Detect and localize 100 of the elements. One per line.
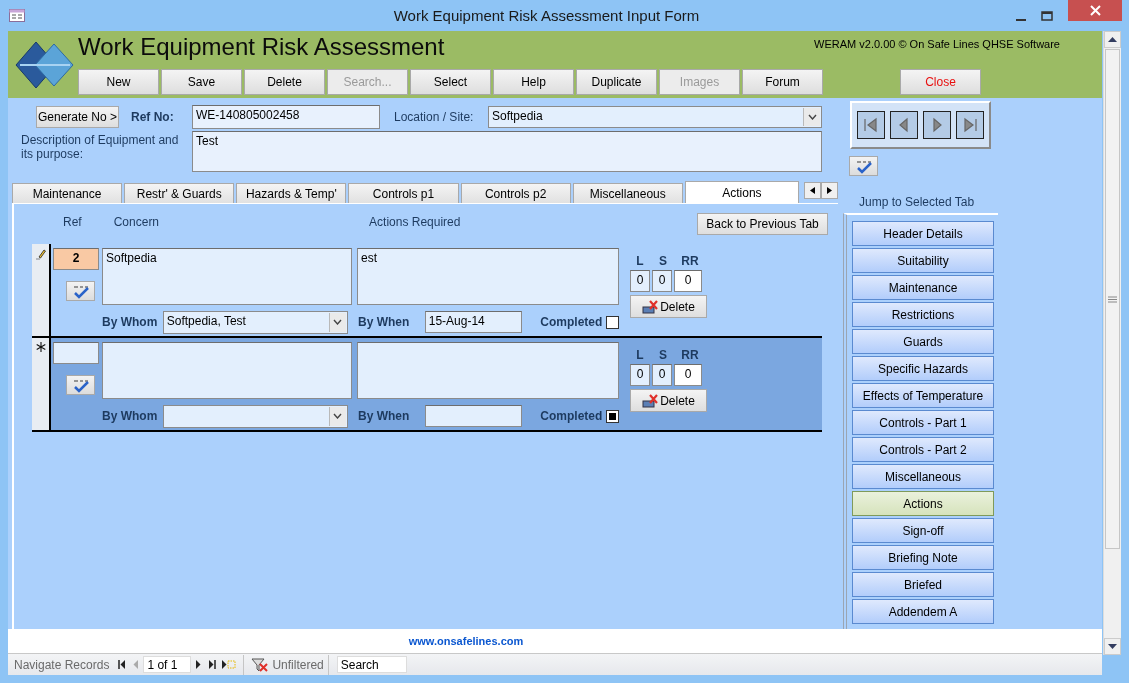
next-record-button[interactable] [194, 660, 203, 669]
by-whom-dropdown[interactable] [162, 404, 348, 428]
toolbar-button[interactable]: New [78, 69, 159, 95]
risk-rating-field[interactable]: 0 [674, 270, 702, 292]
column-header: Actions Required [369, 215, 461, 229]
severity-field[interactable]: 0 [652, 364, 672, 386]
tab[interactable]: Controls p1 [348, 183, 459, 203]
tab[interactable]: Controls p2 [460, 183, 571, 203]
jump-tab-button[interactable]: Suitability [852, 248, 994, 273]
jump-tab-button[interactable]: Restrictions [852, 302, 994, 327]
field-label: Ref No: [131, 110, 175, 124]
caret-icon [333, 319, 343, 325]
close-button[interactable] [1068, 0, 1122, 21]
actions-field[interactable]: est [357, 248, 619, 305]
delete-icon [642, 299, 660, 314]
field-label: Completed [540, 315, 604, 329]
tab[interactable]: Maintenance [12, 183, 123, 203]
actions-field[interactable] [357, 342, 619, 399]
new-record-button[interactable] [222, 660, 237, 669]
tab[interactable]: Miscellaneous [572, 183, 683, 203]
severity-field[interactable]: 0 [652, 270, 672, 292]
tab[interactable]: Restr' & Guards [124, 183, 235, 203]
generate-number-button[interactable]: Generate No > [36, 106, 119, 128]
jump-tab-button[interactable]: Sign-off [852, 518, 994, 543]
toolbar-button[interactable]: Help [493, 69, 574, 95]
record-selector[interactable] [32, 338, 51, 430]
filter-status[interactable]: Unfiltered [272, 657, 324, 672]
jump-tab-button[interactable]: Effects of Temperature [852, 383, 994, 408]
jump-tab-button[interactable]: Controls - Part 1 [852, 410, 994, 435]
concern-field[interactable]: Softpedia [102, 248, 352, 305]
search-field[interactable]: Search [336, 656, 407, 673]
record-position-field[interactable]: 1 of 1 [143, 656, 192, 673]
jump-tab-button[interactable]: Maintenance [852, 275, 994, 300]
scrollbar-thumb[interactable] [1105, 49, 1120, 549]
panel-title: Jump to Selected Tab [859, 196, 976, 209]
column-label: RR [680, 254, 700, 268]
last-record-button[interactable] [208, 660, 217, 669]
ref-field[interactable] [53, 342, 99, 364]
toolbar-button[interactable]: Duplicate [576, 69, 657, 95]
website-link[interactable]: www.onsafelines.com [408, 635, 524, 647]
toolbar-button[interactable]: Delete [244, 69, 325, 95]
previous-record-button[interactable] [890, 111, 918, 139]
spell-check-button[interactable] [66, 281, 95, 301]
column-header: Ref [63, 215, 82, 229]
ref-field[interactable]: 2 [53, 248, 99, 270]
completed-checkbox[interactable] [606, 315, 619, 329]
description-field[interactable]: Test [192, 131, 822, 172]
field-label: By When [358, 315, 411, 329]
jump-tab-button[interactable]: Guards [852, 329, 994, 354]
minimize-icon [1016, 18, 1026, 21]
ref-no-field[interactable]: WE-140805002458 [192, 105, 380, 129]
jump-tab-button[interactable]: Briefing Note [852, 545, 994, 570]
caret-icon [333, 413, 343, 419]
column-label: L [635, 348, 645, 362]
tab[interactable]: Actions [684, 181, 799, 203]
field-label: Location / Site: [394, 110, 475, 124]
field-label: By Whom [102, 315, 159, 329]
tab-scroll-left-button[interactable] [803, 182, 821, 199]
field-label: Description of Equipment and its purpose: [21, 132, 180, 163]
toolbar-button[interactable]: Select [410, 69, 491, 95]
by-when-field[interactable] [424, 405, 523, 427]
first-record-button[interactable] [118, 660, 127, 669]
jump-tab-button[interactable]: Addendem A [852, 599, 994, 624]
pencil-icon [35, 248, 46, 260]
likelihood-field[interactable]: 0 [630, 364, 650, 386]
toolbar-button[interactable]: Save [161, 69, 242, 95]
first-record-button[interactable] [857, 111, 885, 139]
maximize-icon [1041, 10, 1053, 21]
jump-tab-button[interactable]: Header Details [852, 221, 994, 246]
spell-check-button[interactable] [849, 156, 878, 176]
jump-tab-button[interactable]: Specific Hazards [852, 356, 994, 381]
delete-button[interactable]: Delete [630, 295, 707, 318]
delete-button[interactable]: Delete [630, 389, 707, 412]
jump-tab-button[interactable]: Actions [852, 491, 994, 516]
completed-checkbox[interactable] [606, 409, 619, 423]
window-title: Work Equipment Risk Assessment Input Form [392, 7, 701, 24]
last-record-button[interactable] [956, 111, 984, 139]
concern-field[interactable] [102, 342, 352, 399]
jump-tab-button[interactable]: Controls - Part 2 [852, 437, 994, 462]
app-title: Work Equipment Risk Assessment [78, 33, 445, 61]
close-form-button[interactable]: Close [900, 69, 981, 95]
right-arrow-icon [826, 187, 832, 194]
by-when-field[interactable]: 15-Aug-14 [424, 311, 523, 333]
jump-tab-button[interactable]: Briefed [852, 572, 994, 597]
record-selector[interactable] [32, 244, 51, 336]
location-dropdown[interactable]: Softpedia [488, 106, 822, 128]
next-record-button[interactable] [923, 111, 951, 139]
likelihood-field[interactable]: 0 [630, 270, 650, 292]
toolbar-button[interactable]: Forum [742, 69, 823, 95]
column-label: L [635, 254, 645, 268]
delete-icon [642, 393, 660, 408]
caret-icon [807, 114, 817, 120]
risk-rating-field[interactable]: 0 [674, 364, 702, 386]
filter-icon [251, 657, 270, 672]
back-button[interactable]: Back to Previous Tab [697, 213, 828, 235]
spell-check-button[interactable] [66, 375, 95, 395]
by-whom-dropdown[interactable]: Softpedia, Test [162, 310, 348, 334]
jump-tab-button[interactable]: Miscellaneous [852, 464, 994, 489]
tab[interactable]: Hazards & Temp' [236, 183, 347, 203]
last-record-icon [962, 117, 978, 133]
